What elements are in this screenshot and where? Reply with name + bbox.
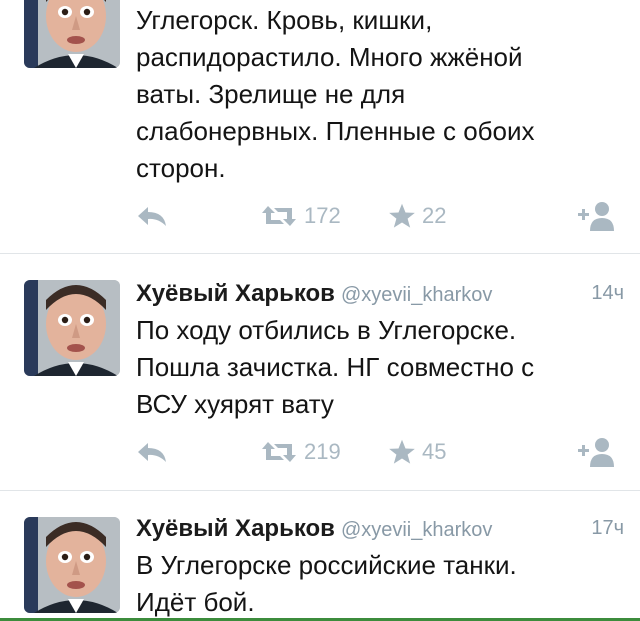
reply-button[interactable] <box>136 199 168 233</box>
favorite-count: 45 <box>422 439 447 464</box>
follow-button[interactable] <box>572 199 616 233</box>
tweet-text-line: сторон. <box>136 153 226 183</box>
tweet-2[interactable]: Хуёвый Харьков @xyevii_kharkov 14ч По ход… <box>0 254 640 490</box>
tweet-text-line: ваты. Зрелище не для <box>136 79 406 109</box>
favorite-button[interactable]: 45 <box>388 435 446 469</box>
retweet-icon <box>260 204 298 228</box>
timestamp[interactable]: 17ч <box>591 517 624 540</box>
reply-icon <box>136 440 168 464</box>
tweet-text: Углегорск. Кровь, кишки, распидорастило.… <box>136 2 606 187</box>
user-handle[interactable]: @xyevii_kharkov <box>341 284 492 306</box>
avatar[interactable] <box>24 0 120 68</box>
follow-button[interactable] <box>572 435 616 469</box>
avatar[interactable] <box>24 280 120 376</box>
tweet-text-line: По ходу отбились в Углегорске. <box>136 315 517 345</box>
avatar-portrait <box>24 280 120 376</box>
favorite-button[interactable]: 22 <box>388 199 446 233</box>
tweet-1[interactable]: Углегорск. Кровь, кишки, распидорастило.… <box>0 0 640 252</box>
star-icon <box>388 202 416 230</box>
user-handle[interactable]: @xyevii_kharkov <box>341 519 492 541</box>
avatar[interactable] <box>24 517 120 613</box>
tweet-text-line: слабонервных. Пленные с обоих <box>136 116 535 146</box>
tweet-text-line: Углегорск. Кровь, кишки, <box>136 5 433 35</box>
tweet-text-line: распидорастило. Много жжёной <box>136 42 523 72</box>
reply-button[interactable] <box>136 435 168 469</box>
timestamp[interactable]: 14ч <box>591 282 624 305</box>
display-name[interactable]: Хуёвый Харьков <box>136 515 335 542</box>
tweet-header: Хуёвый Харьков @xyevii_kharkov 17ч <box>136 515 624 545</box>
tweet-actions: 219 45 <box>136 435 626 469</box>
tweet-text-line: В Углегорске российские танки. <box>136 550 517 580</box>
display-name[interactable]: Хуёвый Харьков <box>136 280 335 307</box>
avatar-portrait <box>24 517 120 613</box>
tweet-text: В Углегорске российские танки. Идёт бой. <box>136 547 606 621</box>
tweet-actions: 172 22 <box>136 199 626 233</box>
avatar-portrait <box>24 0 120 68</box>
tweet-header: Хуёвый Харьков @xyevii_kharkov 14ч <box>136 280 624 310</box>
tweet-text-line: ВСУ хуярят вату <box>136 389 334 419</box>
tweet-3[interactable]: Хуёвый Харьков @xyevii_kharkov 17ч В Угле… <box>0 491 640 618</box>
retweet-count: 172 <box>304 203 341 228</box>
favorite-count: 22 <box>422 203 447 228</box>
follow-icon <box>572 199 616 233</box>
retweet-button[interactable]: 219 <box>260 435 341 469</box>
tweet-text-line: Идёт бой. <box>136 587 255 617</box>
retweet-button[interactable]: 172 <box>260 199 341 233</box>
retweet-icon <box>260 440 298 464</box>
reply-icon <box>136 204 168 228</box>
tweet-feed: Углегорск. Кровь, кишки, распидорастило.… <box>0 0 640 621</box>
tweet-text-line: Пошла зачистка. НГ совместно с <box>136 352 535 382</box>
star-icon <box>388 438 416 466</box>
tweet-text: По ходу отбились в Углегорске. Пошла зач… <box>136 312 606 423</box>
retweet-count: 219 <box>304 439 341 464</box>
follow-icon <box>572 435 616 469</box>
